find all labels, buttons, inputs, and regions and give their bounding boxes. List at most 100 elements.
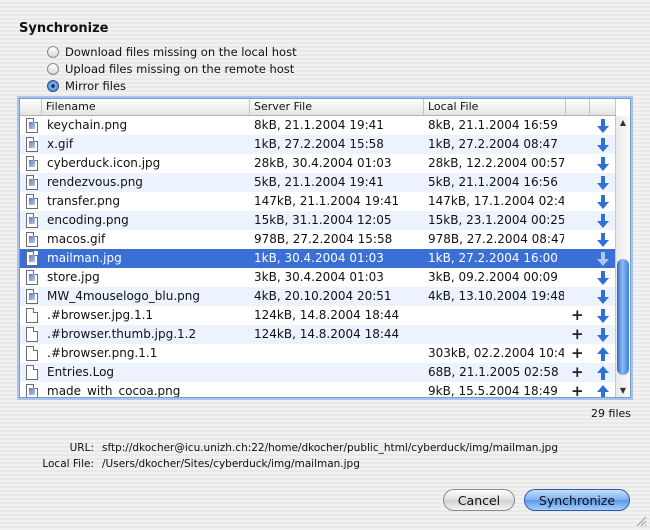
- arrow-down-icon[interactable]: [597, 138, 609, 152]
- option-mirror-label: Mirror files: [65, 79, 127, 93]
- table-row[interactable]: .#browser.jpg.1.1 124kB, 14.8.2004 18:44 +: [20, 306, 616, 325]
- arrow-down-icon[interactable]: [597, 119, 609, 133]
- filename-cell: transfer.png: [47, 194, 120, 208]
- column-header-server-file[interactable]: Server File: [250, 99, 424, 115]
- image-file-icon: [26, 213, 38, 228]
- table-row[interactable]: cyberduck.icon.jpg 28kB, 30.4.2004 01:03 2…: [20, 154, 616, 173]
- filename-cell: cyberduck.icon.jpg: [47, 156, 161, 170]
- table-row[interactable]: .#browser.thumb.jpg.1.2 124kB, 14.8.2004 …: [20, 325, 616, 344]
- local-file-cell: 28kB, 12.2.2004 00:57: [428, 156, 564, 170]
- image-file-icon: [26, 384, 38, 397]
- cancel-button[interactable]: Cancel: [443, 489, 515, 511]
- filename-cell: made_with_cocoa.png: [47, 384, 181, 398]
- radio-upload-missing[interactable]: [47, 63, 59, 75]
- plus-icon[interactable]: +: [571, 306, 584, 325]
- arrow-down-icon[interactable]: [597, 328, 609, 342]
- table-row[interactable]: encoding.png 15kB, 31.1.2004 12:05 15kB, 2…: [20, 211, 616, 230]
- radio-download-missing[interactable]: [47, 46, 59, 58]
- filename-cell: .#browser.thumb.jpg.1.2: [47, 327, 197, 341]
- arrow-down-icon[interactable]: [597, 252, 609, 266]
- column-header-filename[interactable]: Filename: [42, 99, 250, 115]
- arrow-down-icon[interactable]: [597, 290, 609, 304]
- arrow-up-icon[interactable]: [597, 347, 609, 361]
- server-file-cell: 15kB, 31.1.2004 12:05: [254, 213, 392, 227]
- scroll-up-arrow-icon[interactable]: ▲: [618, 118, 628, 127]
- vertical-scrollbar[interactable]: ▲ ▼: [615, 116, 630, 397]
- table-row[interactable]: macos.gif 978B, 27.2.2004 15:58 978B, 27.2…: [20, 230, 616, 249]
- table-row[interactable]: x.gif 1kB, 27.2.2004 15:58 1kB, 27.2.2004 …: [20, 135, 616, 154]
- plus-icon[interactable]: +: [571, 325, 584, 344]
- server-file-cell: 124kB, 14.8.2004 18:44: [254, 308, 400, 322]
- arrow-down-icon[interactable]: [597, 195, 609, 209]
- local-file-cell: [428, 306, 564, 325]
- document-icon: [26, 346, 38, 361]
- arrow-down-icon[interactable]: [597, 214, 609, 228]
- image-file-icon: [26, 194, 38, 209]
- option-mirror-files[interactable]: Mirror files: [47, 78, 126, 94]
- image-file-icon: [26, 232, 38, 247]
- filename-cell: MW_4mouselogo_blu.png: [47, 289, 200, 303]
- server-file-cell: 978B, 27.2.2004 15:58: [254, 232, 393, 246]
- arrow-up-icon[interactable]: [597, 366, 609, 380]
- filename-cell: macos.gif: [47, 232, 106, 246]
- document-icon: [26, 308, 38, 323]
- dialog-title: Synchronize: [19, 21, 109, 36]
- arrow-down-icon[interactable]: [597, 157, 609, 171]
- option-upload-label: Upload files missing on the remote host: [65, 62, 295, 76]
- plus-icon[interactable]: +: [571, 382, 584, 397]
- local-file-cell: [428, 325, 564, 344]
- filename-cell: encoding.png: [47, 213, 129, 227]
- table-row[interactable]: keychain.png 8kB, 21.1.2004 19:41 8kB, 21.…: [20, 116, 616, 135]
- document-icon: [26, 365, 38, 380]
- document-icon: [26, 327, 38, 342]
- local-file-cell: 1kB, 27.2.2004 08:47: [428, 137, 558, 151]
- option-download-missing[interactable]: Download files missing on the local host: [47, 44, 297, 60]
- column-header-direction[interactable]: [590, 99, 616, 115]
- column-header-local-file[interactable]: Local File: [424, 99, 566, 115]
- local-file-cell: 68B, 21.1.2005 02:58: [428, 365, 559, 379]
- local-file-cell: 1kB, 27.2.2004 16:00: [428, 251, 558, 265]
- filename-cell: x.gif: [47, 137, 74, 151]
- url-value: sftp://dkocher@icu.unizh.ch:22/home/dkoc…: [102, 442, 558, 454]
- table-row[interactable]: store.jpg 3kB, 30.4.2004 01:03 3kB, 09.2.2…: [20, 268, 616, 287]
- plus-icon[interactable]: +: [571, 363, 584, 382]
- file-table[interactable]: Filename Server File Local File keychain…: [19, 98, 631, 398]
- arrow-down-icon[interactable]: [597, 176, 609, 190]
- table-row[interactable]: transfer.png 147kB, 21.1.2004 19:41 147kB,…: [20, 192, 616, 211]
- server-file-cell: 8kB, 21.1.2004 19:41: [254, 118, 384, 132]
- arrow-down-icon[interactable]: [597, 309, 609, 323]
- filename-cell: .#browser.png.1.1: [47, 346, 158, 360]
- server-file-cell: 1kB, 27.2.2004 15:58: [254, 137, 384, 151]
- filename-cell: .#browser.jpg.1.1: [47, 308, 154, 322]
- scroll-down-arrow-icon[interactable]: ▼: [618, 386, 628, 395]
- scrollbar-thumb[interactable]: [617, 259, 629, 375]
- arrow-down-icon[interactable]: [597, 271, 609, 285]
- arrow-up-icon[interactable]: [597, 385, 609, 398]
- table-row[interactable]: MW_4mouselogo_blu.png 4kB, 20.10.2004 20:…: [20, 287, 616, 306]
- image-file-icon: [26, 156, 38, 171]
- table-row[interactable]: rendezvous.png 5kB, 21.1.2004 19:41 5kB, 2…: [20, 173, 616, 192]
- image-file-icon: [26, 118, 38, 133]
- table-row[interactable]: mailman.jpg 1kB, 30.4.2004 01:03 1kB, 27.2…: [20, 249, 616, 268]
- local-file-cell: 3kB, 09.2.2004 00:09: [428, 270, 558, 284]
- table-row[interactable]: Entries.Log 68B, 21.1.2005 02:58 +: [20, 363, 616, 382]
- arrow-down-icon[interactable]: [597, 233, 609, 247]
- table-header: Filename Server File Local File: [20, 99, 616, 116]
- local-file-cell: 303kB, 02.2.2004 10:40: [428, 346, 564, 360]
- local-file-cell: 15kB, 23.1.2004 00:25: [428, 213, 564, 227]
- server-file-cell: 124kB, 14.8.2004 18:44: [254, 327, 400, 341]
- table-row[interactable]: .#browser.png.1.1 303kB, 02.2.2004 10:40 +: [20, 344, 616, 363]
- local-file-cell: 8kB, 21.1.2004 16:59: [428, 118, 558, 132]
- server-file-cell: 3kB, 30.4.2004 01:03: [254, 270, 384, 284]
- image-file-icon: [26, 270, 38, 285]
- image-file-icon: [26, 289, 38, 304]
- column-header-icon[interactable]: [20, 99, 42, 115]
- option-upload-missing[interactable]: Upload files missing on the remote host: [47, 61, 294, 77]
- column-header-add[interactable]: [566, 99, 590, 115]
- table-row[interactable]: made_with_cocoa.png 9kB, 15.5.2004 18:49 +: [20, 382, 616, 398]
- plus-icon[interactable]: +: [571, 344, 584, 363]
- synchronize-button[interactable]: Synchronize: [524, 489, 630, 511]
- radio-mirror-files[interactable]: [47, 80, 59, 92]
- local-file-cell: 4kB, 13.10.2004 19:48: [428, 289, 564, 303]
- resize-grip-icon[interactable]: [636, 516, 647, 527]
